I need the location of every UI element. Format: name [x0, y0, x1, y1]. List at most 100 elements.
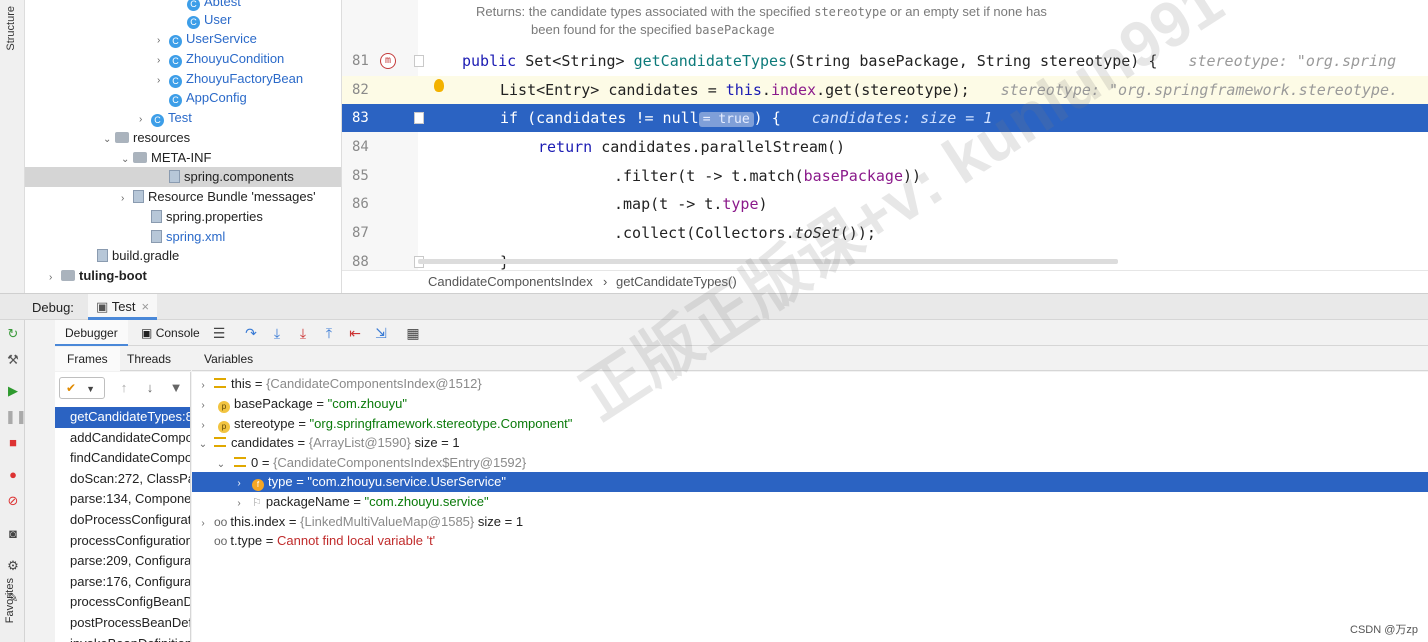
code-line-84[interactable]: 84 return candidates.parallelStream(): [342, 133, 1428, 161]
check-icon: ✔: [66, 381, 77, 395]
view-breakpoints-icon[interactable]: ●: [5, 467, 21, 483]
variables-panel[interactable]: › this = {CandidateComponentsIndex@1512}…: [192, 372, 1428, 642]
tab-console[interactable]: ▣ Console: [131, 320, 210, 346]
variable-row-this[interactable]: › this = {CandidateComponentsIndex@1512}: [192, 374, 1428, 394]
tree-item[interactable]: spring.components: [25, 167, 341, 187]
variable-row-this-index[interactable]: › oo this.index = {LinkedMultiValueMap@15…: [192, 512, 1428, 532]
stack-frame[interactable]: doScan:272, ClassPathBeanDefinitionScann…: [55, 469, 190, 490]
chevron-right-icon[interactable]: ›: [157, 51, 169, 71]
debug-session-tab[interactable]: ▣ Test ×: [88, 294, 158, 320]
tree-item[interactable]: › C ZhouyuFactoryBean: [157, 69, 303, 89]
stack-frame[interactable]: processConfigBeanDefinitions: [55, 592, 190, 613]
code-editor[interactable]: Returns: the candidate types associated …: [342, 0, 1428, 270]
javadoc-returns-cont: been found for the specified basePackage: [531, 22, 775, 37]
drop-frame-icon[interactable]: ⇤: [347, 325, 363, 341]
thread-selector[interactable]: ✔ ▼: [59, 377, 105, 399]
filter-icon[interactable]: ▼: [169, 380, 183, 396]
variable-row-packagename[interactable]: › ⚐ packageName = "com.zhouyu.service": [192, 492, 1428, 512]
chevron-down-icon[interactable]: ⌄: [103, 130, 115, 150]
code-line-82[interactable]: 82 List<Entry> candidates = this.index.g…: [342, 76, 1428, 104]
chevron-right-icon[interactable]: ›: [196, 376, 210, 396]
gear-icon[interactable]: ⚙: [5, 558, 21, 574]
rerun-icon[interactable]: ↻: [5, 326, 21, 342]
menu-icon[interactable]: ☰: [211, 325, 227, 341]
structure-tool-strip[interactable]: Structure: [0, 0, 25, 293]
step-into-icon[interactable]: ⤓: [269, 325, 285, 341]
tree-item[interactable]: C AppConfig: [157, 88, 247, 108]
var-name: this.index: [230, 514, 286, 529]
tab-threads[interactable]: Threads: [115, 347, 183, 371]
variable-row-t-type[interactable]: oo t.type = Cannot find local variable 't…: [192, 531, 1428, 551]
chevron-right-icon[interactable]: ›: [232, 494, 246, 514]
code-line-83-execution-point[interactable]: 83 if (candidates != null = true) { candi…: [342, 104, 1428, 132]
variable-row-stereotype[interactable]: › p stereotype = "org.springframework.ste…: [192, 414, 1428, 434]
stack-frame[interactable]: findCandidateComponents: [55, 448, 190, 469]
force-step-into-icon[interactable]: ⤓: [295, 325, 311, 341]
chevron-right-icon[interactable]: ›: [139, 110, 151, 130]
chevron-right-icon[interactable]: ›: [196, 396, 210, 416]
tab-debugger[interactable]: Debugger: [55, 320, 128, 346]
tree-item[interactable]: › C Test: [139, 108, 192, 128]
variable-row-candidates[interactable]: ⌄ candidates = {ArrayList@1590} size = 1: [192, 433, 1428, 453]
code-line-86[interactable]: 86 .map(t -> t.type): [342, 190, 1428, 218]
chevron-right-icon[interactable]: ›: [232, 474, 246, 494]
stop-icon[interactable]: ■: [5, 435, 21, 451]
breadcrumb-method[interactable]: getCandidateTypes(): [616, 271, 737, 293]
structure-label[interactable]: Structure: [5, 6, 17, 51]
variable-row-basepackage[interactable]: › p basePackage = "com.zhouyu": [192, 394, 1428, 414]
watch-icon: oo: [214, 515, 228, 529]
frames-panel[interactable]: ✔ ▼ ↑ ↓ ▼ getCandidateTypes:83 addCandidat…: [55, 372, 191, 642]
breadcrumb-class[interactable]: CandidateComponentsIndex: [428, 271, 593, 293]
tree-item[interactable]: › C ZhouyuCondition: [157, 49, 284, 69]
run-to-cursor-icon[interactable]: ⇲: [373, 325, 389, 341]
tree-item-label: spring.xml: [166, 229, 226, 244]
stack-frame[interactable]: invokeBeanDefinitionRegistryPostProcesso…: [55, 634, 190, 642]
pause-icon[interactable]: ❚❚: [5, 409, 27, 425]
lightbulb-icon[interactable]: [434, 79, 444, 92]
chevron-right-icon[interactable]: ›: [121, 189, 133, 209]
variable-row-element-0[interactable]: ⌄ 0 = {CandidateComponentsIndex$Entry@15…: [192, 453, 1428, 473]
tree-item[interactable]: C User: [175, 10, 231, 30]
step-out-icon[interactable]: ⤒: [321, 325, 337, 341]
stack-frame[interactable]: processConfigurationClass: [55, 531, 190, 552]
camera-icon[interactable]: ◙: [5, 526, 21, 542]
tree-item[interactable]: spring.properties: [139, 207, 263, 227]
tree-item[interactable]: build.gradle: [85, 246, 179, 266]
favorites-label[interactable]: Favorites: [4, 578, 16, 623]
horizontal-scrollbar[interactable]: [418, 259, 1118, 264]
code-line-81[interactable]: 81 m public Set<String> getCandidateType…: [342, 47, 1428, 75]
mute-breakpoints-icon[interactable]: ⊘: [5, 493, 21, 509]
tree-item[interactable]: › tuling-boot: [49, 266, 147, 286]
resume-icon[interactable]: ▶: [5, 383, 21, 399]
arrow-down-icon[interactable]: ↓: [143, 380, 157, 396]
chevron-right-icon[interactable]: ›: [157, 31, 169, 51]
method-marker-icon[interactable]: m: [380, 53, 396, 69]
code-line-87[interactable]: 87 .collect(Collectors.toSet());: [342, 219, 1428, 247]
breakpoint-marker-icon[interactable]: [414, 112, 424, 124]
chevron-right-icon[interactable]: ›: [49, 268, 61, 288]
chevron-down-icon[interactable]: ⌄: [196, 435, 210, 455]
arrow-up-icon[interactable]: ↑: [117, 380, 131, 396]
fold-icon[interactable]: [414, 55, 424, 67]
tree-item[interactable]: › Resource Bundle 'messages': [121, 187, 316, 207]
stack-frame[interactable]: doProcessConfigurationClass: [55, 510, 190, 531]
tree-item[interactable]: spring.xml: [139, 227, 225, 247]
tree-item[interactable]: ⌄ resources: [103, 128, 190, 148]
evaluate-expression-icon[interactable]: ▦: [405, 325, 421, 341]
settings-wrench-icon[interactable]: ⚒: [5, 352, 21, 368]
step-over-icon[interactable]: ↷: [243, 325, 259, 341]
stack-frame[interactable]: parse:176, ConfigurationClassParser: [55, 572, 190, 593]
code-line-85[interactable]: 85 .filter(t -> t.match(basePackage)): [342, 162, 1428, 190]
stack-frame[interactable]: parse:209, ConfigurationClassParser: [55, 551, 190, 572]
tab-frames[interactable]: Frames: [55, 347, 120, 371]
tree-item[interactable]: ⌄ META-INF: [121, 148, 211, 168]
tree-item[interactable]: › C UserService: [157, 29, 257, 49]
stack-frame[interactable]: parse:134, ComponentScanAnnotationParser: [55, 489, 190, 510]
close-icon[interactable]: ×: [142, 299, 150, 314]
stack-frame[interactable]: postProcessBeanDefinitionRegistry: [55, 613, 190, 634]
code-token: public: [462, 52, 517, 70]
project-tree[interactable]: C Abtest C User › C UserService › C ZhouyuConditi…: [25, 0, 342, 293]
variable-row-type[interactable]: › f type = "com.zhouyu.service.UserServic…: [192, 472, 1428, 492]
stack-frame[interactable]: getCandidateTypes:83: [55, 407, 190, 428]
stack-frame[interactable]: addCandidateComponentsFromIndex: [55, 428, 190, 449]
